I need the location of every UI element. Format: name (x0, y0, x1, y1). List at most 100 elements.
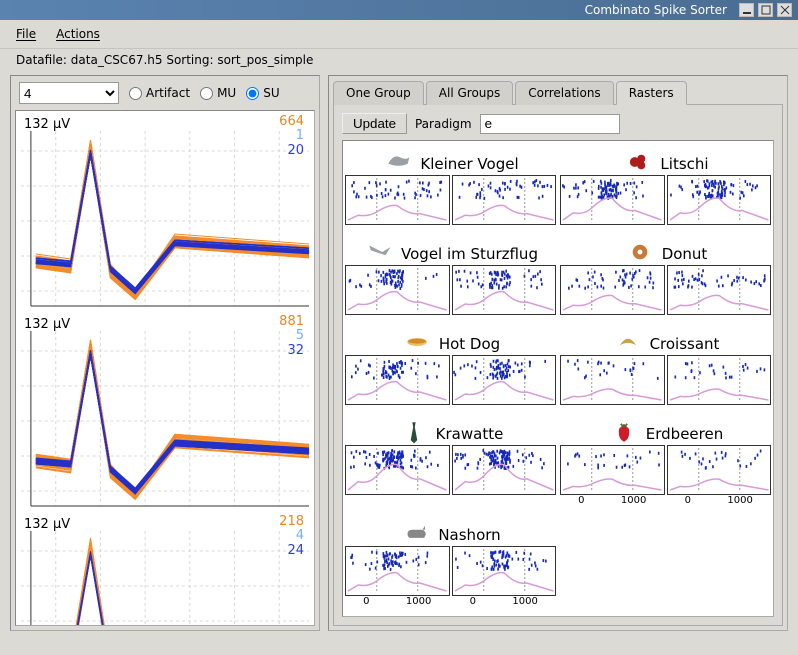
psth-plot (452, 355, 557, 405)
waveform-plot[interactable]: 132 μV 664120 (16, 111, 314, 311)
psth-pair (345, 546, 556, 596)
tab-correlations[interactable]: Correlations (515, 81, 613, 105)
raster-grid: Kleiner Vogel Litschi Vogel im Sturzflug Do… (345, 145, 771, 613)
group-select[interactable]: 4 (19, 82, 119, 104)
radio-artifact-input[interactable] (129, 87, 142, 100)
stimulus-header: Croissant (560, 325, 771, 355)
paradigm-input[interactable] (480, 114, 620, 134)
rasters-tab-content: Update Paradigm Kleiner Vogel Litschi Voge… (333, 104, 783, 626)
stimulus-header: Hot Dog (345, 325, 556, 355)
stimulus-cell: Litschi (560, 145, 771, 225)
psth-xticks: 01000 (452, 596, 557, 607)
stimulus-header: Nashorn (345, 516, 556, 546)
psth-plot (560, 355, 665, 405)
psth-plot (667, 175, 772, 225)
window-maximize-button[interactable] (758, 3, 773, 17)
tab-one-group[interactable]: One Group (333, 81, 424, 105)
psth-plot (560, 265, 665, 315)
radio-mu-label: MU (217, 86, 236, 100)
tie-icon (398, 419, 430, 445)
stimulus-label: Kleiner Vogel (420, 155, 518, 173)
stimulus-header: Kleiner Vogel (345, 145, 556, 175)
psth-plot (452, 546, 557, 596)
psth-pair (345, 355, 556, 405)
raster-area[interactable]: Kleiner Vogel Litschi Vogel im Sturzflug Do… (342, 140, 774, 617)
psth-plot (345, 175, 450, 225)
update-button[interactable]: Update (342, 113, 407, 134)
bird-icon (382, 149, 414, 175)
stimulus-cell: Krawatte (345, 415, 556, 506)
stimulus-cell: Erdbeeren0100001000 (560, 415, 771, 506)
psth-plot (667, 355, 772, 405)
stimulus-header: Erdbeeren (560, 415, 771, 445)
wave-counts: 881532 (279, 315, 304, 358)
psth-xticks: 01000 (345, 596, 450, 607)
paradigm-label: Paradigm (415, 117, 472, 131)
window-title: Combinato Spike Sorter (585, 3, 727, 17)
stimulus-label: Donut (662, 245, 708, 263)
waveform-plot[interactable]: 132 μV 881532 (16, 311, 314, 511)
radio-artifact[interactable]: Artifact (129, 86, 190, 100)
radio-mu-input[interactable] (200, 87, 213, 100)
wave-counts: 218424 (279, 515, 304, 558)
menu-file[interactable]: File (8, 24, 44, 44)
tabbar: One GroupAll GroupsCorrelationsRasters (333, 80, 783, 104)
wave-counts: 664120 (279, 115, 304, 158)
psth-plot (345, 355, 450, 405)
wave-uv-label: 132 μV (24, 317, 70, 332)
window-minimize-button[interactable] (739, 3, 754, 17)
psth-plot (667, 445, 772, 495)
filter-row: 4 Artifact MU SU (15, 80, 315, 110)
psth-plot (345, 445, 450, 495)
stimulus-header: Donut (560, 235, 771, 265)
stimulus-label: Erdbeeren (646, 425, 723, 443)
radio-artifact-label: Artifact (146, 86, 190, 100)
stimulus-cell: Kleiner Vogel (345, 145, 556, 225)
stimulus-cell: Nashorn 0100001000 (345, 516, 556, 607)
stimulus-label: Nashorn (438, 526, 500, 544)
psth-pair (560, 445, 771, 495)
psth-plot (560, 175, 665, 225)
radio-su-label: SU (263, 86, 279, 100)
hotdog-icon (401, 329, 433, 355)
stimulus-header: Vogel im Sturzflug (345, 235, 556, 265)
psth-pair (345, 445, 556, 495)
psth-plot (667, 265, 772, 315)
raster-toolbar: Update Paradigm (342, 113, 774, 140)
berry-icon (622, 149, 654, 175)
psth-pair (345, 265, 556, 315)
tab-all-groups[interactable]: All Groups (426, 81, 513, 105)
datafile-status: Datafile: data_CSC67.h5 Sorting: sort_po… (0, 49, 798, 73)
stimulus-label: Croissant (650, 335, 720, 353)
waveform-plot[interactable]: 132 μV 218424 (16, 511, 314, 626)
psth-plot (560, 445, 665, 495)
psth-plot (345, 546, 450, 596)
rhino-icon (400, 520, 432, 546)
psth-plot (345, 265, 450, 315)
menu-actions[interactable]: Actions (48, 24, 108, 44)
psth-pair (560, 355, 771, 405)
strawberry-icon (608, 419, 640, 445)
stimulus-header: Krawatte (345, 415, 556, 445)
tab-rasters[interactable]: Rasters (616, 81, 687, 105)
radio-su-input[interactable] (246, 87, 259, 100)
window-close-button[interactable] (777, 3, 792, 17)
psth-pair (345, 175, 556, 225)
wave-uv-label: 132 μV (24, 117, 70, 132)
stimulus-label: Vogel im Sturzflug (401, 245, 538, 263)
waveform-list[interactable]: 132 μV 664120 132 μV 881532 132 μV 218424 (15, 110, 315, 626)
radio-su[interactable]: SU (246, 86, 279, 100)
left-panel: 4 Artifact MU SU 132 μV 664120 132 μV 88153… (10, 75, 320, 631)
window-titlebar: Combinato Spike Sorter (0, 0, 798, 20)
psth-xticks: 01000 (667, 495, 772, 506)
radio-mu[interactable]: MU (200, 86, 236, 100)
stimulus-label: Krawatte (436, 425, 504, 443)
donut-icon (624, 239, 656, 265)
croissant-icon (612, 329, 644, 355)
wave-uv-label: 132 μV (24, 517, 70, 532)
stimulus-cell: Vogel im Sturzflug (345, 235, 556, 315)
stimulus-cell: Donut (560, 235, 771, 315)
psth-pair (560, 265, 771, 315)
stimulus-label: Hot Dog (439, 335, 500, 353)
psth-pair (560, 175, 771, 225)
